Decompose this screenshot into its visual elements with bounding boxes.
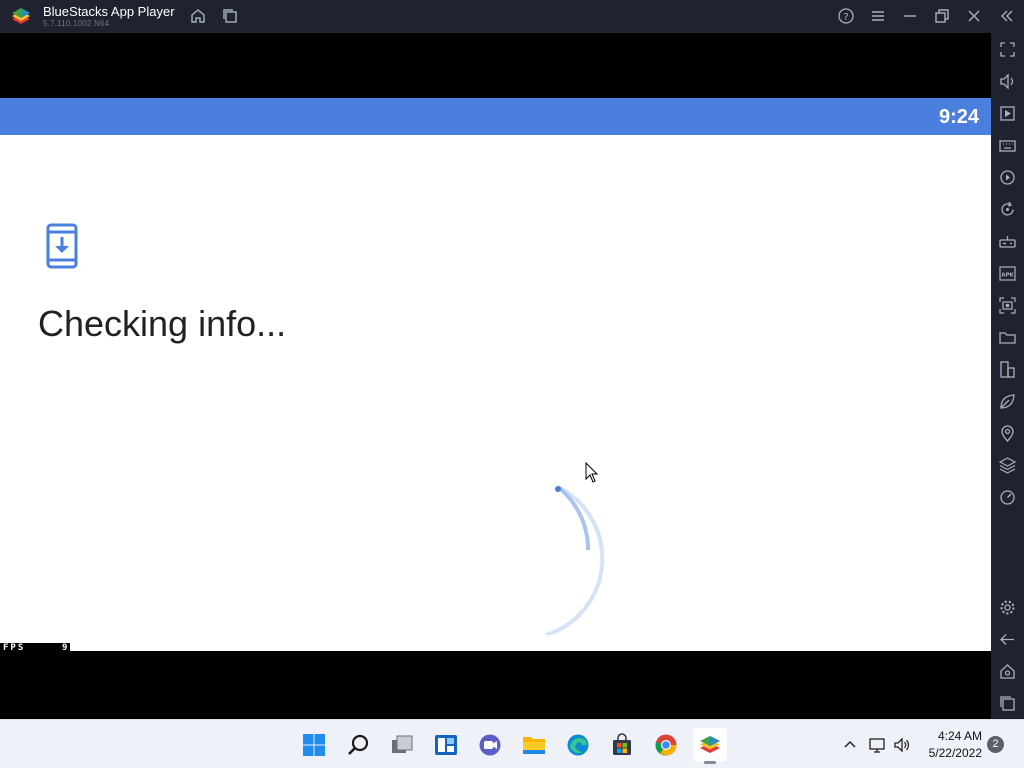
svg-text:?: ? — [843, 12, 848, 23]
clock-date[interactable]: 5/22/2022 — [920, 746, 982, 760]
fps-value: 9 — [62, 643, 68, 653]
bluestacks-window: BlueStacks App Player 5.7.110.1002 N64 ? — [0, 0, 1024, 768]
install-apk-icon[interactable]: APK — [999, 265, 1016, 282]
android-home-icon[interactable] — [999, 663, 1016, 680]
gamepad-icon[interactable] — [999, 233, 1016, 250]
rotate-icon[interactable] — [999, 201, 1016, 218]
settings-icon[interactable] — [999, 599, 1016, 616]
right-sidebar: APK — [991, 33, 1024, 719]
media-icon[interactable] — [999, 105, 1016, 122]
windows-start-icon[interactable] — [297, 728, 331, 762]
notification-badge[interactable]: 2 — [987, 736, 1004, 753]
windows-taskbar: 4:24 AM 5/22/2022 2 — [0, 719, 1024, 768]
minimize-icon[interactable] — [901, 7, 919, 25]
multi-instance-sync-icon[interactable] — [999, 361, 1016, 378]
fullscreen-icon[interactable] — [999, 41, 1016, 58]
fps-counter: FPS 9 — [0, 643, 70, 654]
clock-time[interactable]: 4:24 AM — [920, 729, 982, 743]
active-app-indicator — [704, 761, 716, 764]
mouse-cursor-icon — [585, 462, 599, 483]
file-explorer-icon[interactable] — [517, 728, 551, 762]
checking-info-text: Checking info... — [38, 303, 287, 344]
store-icon[interactable] — [605, 728, 639, 762]
status-clock: 9:24 — [938, 106, 979, 128]
chevron-up-icon[interactable] — [841, 736, 859, 754]
speaker-icon[interactable] — [893, 736, 911, 754]
network-icon[interactable] — [868, 736, 886, 754]
bluestacks-logo-icon — [12, 8, 30, 24]
edge-icon[interactable] — [561, 728, 595, 762]
android-screen[interactable]: 9:24 Checking info... FPS 9 — [0, 33, 991, 719]
help-icon[interactable]: ? — [837, 7, 855, 25]
fps-label: FPS — [3, 643, 26, 653]
app-version: 5.7.110.1002 N64 — [43, 19, 110, 28]
bluestacks-icon[interactable] — [693, 728, 727, 764]
svg-text:APK: APK — [1001, 273, 1014, 279]
chrome-icon[interactable] — [649, 728, 683, 762]
widgets-icon[interactable] — [429, 728, 463, 762]
app-title: BlueStacks App Player — [43, 4, 175, 19]
layers-icon[interactable] — [998, 457, 1017, 474]
recent-apps-icon[interactable] — [999, 695, 1016, 712]
volume-icon[interactable] — [999, 73, 1016, 90]
android-status-bar: 9:24 — [0, 98, 991, 135]
folder-icon[interactable] — [999, 329, 1016, 346]
home-icon[interactable] — [189, 7, 207, 25]
back-icon[interactable] — [999, 631, 1016, 648]
keyboard-icon[interactable] — [999, 137, 1016, 154]
title-bar: BlueStacks App Player 5.7.110.1002 N64 ? — [0, 0, 1024, 33]
phone-download-icon — [46, 223, 78, 269]
location-icon[interactable] — [999, 425, 1016, 442]
teams-chat-icon[interactable] — [473, 728, 507, 762]
close-icon[interactable] — [965, 7, 983, 25]
menu-icon[interactable] — [869, 7, 887, 25]
macro-record-icon[interactable] — [999, 169, 1016, 186]
screenshot-icon[interactable] — [999, 297, 1016, 314]
eco-mode-icon[interactable] — [999, 393, 1016, 410]
restore-icon[interactable] — [933, 7, 951, 25]
search-icon[interactable] — [341, 728, 375, 762]
performance-icon[interactable] — [999, 489, 1016, 506]
installer-dialog: Checking info... — [0, 135, 991, 651]
task-view-icon[interactable] — [385, 728, 419, 762]
multi-instance-icon[interactable] — [221, 7, 239, 25]
collapse-sidebar-icon[interactable] — [998, 7, 1016, 25]
